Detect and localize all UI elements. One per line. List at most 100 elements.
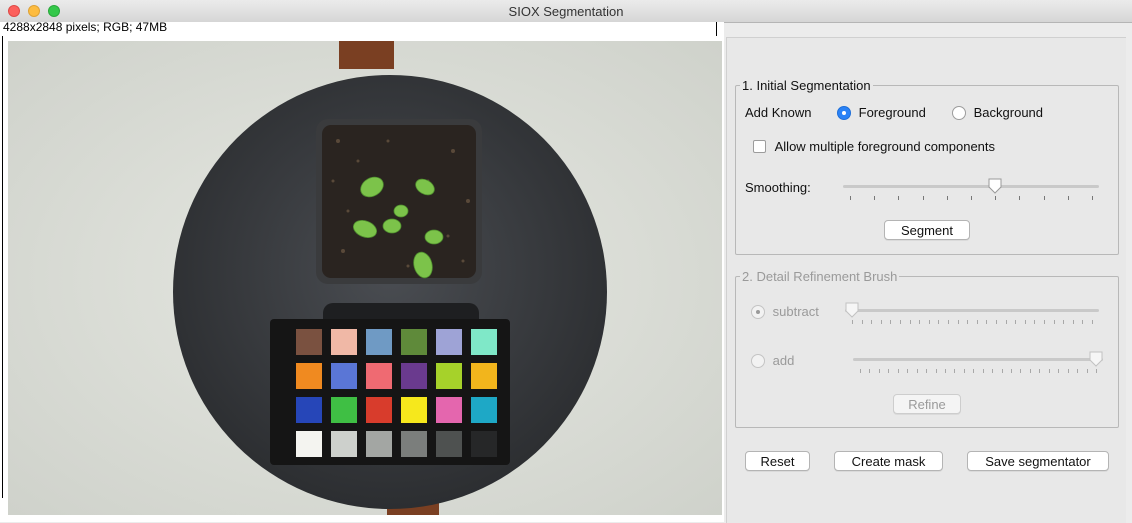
slider-tick [1077, 369, 1079, 373]
subtract-radio-indicator[interactable] [751, 305, 765, 319]
slider-tick [1043, 196, 1045, 200]
subtract-brush-slider[interactable] [845, 302, 1099, 326]
smoothing-track[interactable] [843, 185, 1099, 188]
window-title: SIOX Segmentation [508, 4, 624, 19]
slider-tick [971, 196, 972, 200]
slider-tick [909, 320, 911, 324]
add-radio-indicator[interactable] [751, 354, 765, 368]
create-mask-button[interactable]: Create mask [834, 451, 943, 471]
slider-tick [861, 320, 863, 324]
foreground-label: Foreground [858, 105, 926, 120]
slider-tick [898, 196, 900, 200]
slider-tick [890, 320, 892, 324]
foreground-radio[interactable]: Foreground [837, 105, 926, 120]
slider-tick [1024, 320, 1026, 324]
slider-tick [850, 196, 851, 200]
background-radio[interactable]: Background [952, 105, 1043, 120]
slider-tick [1067, 369, 1069, 373]
slider-tick [919, 320, 921, 324]
slider-tick [935, 369, 937, 373]
slider-tick [1067, 196, 1069, 200]
slider-tick [1053, 320, 1055, 324]
slider-tick [928, 320, 930, 324]
slider-tick [1092, 196, 1093, 200]
slider-tick [1086, 369, 1088, 373]
slider-tick [1020, 369, 1022, 373]
slider-tick [982, 369, 984, 373]
slider-tick [1015, 320, 1017, 324]
slider-tick [916, 369, 918, 373]
multiple-components-check-box[interactable] [753, 140, 766, 153]
slider-tick [948, 320, 949, 324]
smoothing-label: Smoothing: [745, 180, 811, 195]
slider-tick [954, 369, 956, 373]
add-track[interactable] [853, 358, 1103, 361]
slider-tick [1058, 369, 1060, 373]
slider-tick [1029, 369, 1031, 373]
plant-photo[interactable] [8, 41, 722, 515]
slider-tick [922, 196, 924, 200]
image-info: 4288x2848 pixels; RGB; 47MB [3, 20, 168, 34]
slider-tick [1082, 320, 1084, 324]
background-label: Background [973, 105, 1044, 120]
add-radio[interactable]: add [751, 353, 794, 368]
slider-tick [1048, 369, 1050, 373]
slider-tick [944, 369, 946, 373]
refine-button[interactable]: Refine [893, 394, 961, 414]
subtract-ticks [845, 320, 1099, 325]
slider-tick [976, 320, 978, 324]
add-ticks [853, 369, 1103, 374]
detail-refinement-legend: 2. Detail Refinement Brush [742, 269, 898, 284]
smoothing-slider[interactable] [843, 178, 1099, 202]
slider-tick [1092, 320, 1093, 324]
slider-tick [880, 320, 882, 324]
slider-tick [963, 369, 965, 373]
slider-tick [996, 320, 997, 324]
slider-tick [1034, 320, 1036, 324]
slider-tick [1011, 369, 1013, 373]
slider-tick [1019, 196, 1021, 200]
slider-tick [900, 320, 901, 324]
slider-tick [907, 369, 909, 373]
text-caret [716, 22, 717, 36]
slider-tick [871, 320, 873, 324]
slider-tick [1039, 369, 1041, 373]
slider-tick [957, 320, 959, 324]
panel-border [2, 36, 3, 498]
initial-segmentation-legend: 1. Initial Segmentation [742, 78, 871, 93]
add-brush-slider[interactable] [853, 351, 1103, 375]
add-label: add [772, 353, 795, 368]
subtract-track[interactable] [845, 309, 1099, 312]
slider-tick [992, 369, 994, 373]
image-panel: 4288x2848 pixels; RGB; 47MB [0, 20, 724, 522]
slider-tick [878, 369, 880, 373]
subtract-radio[interactable]: subtract [751, 304, 819, 319]
background-radio-indicator[interactable] [952, 106, 966, 120]
segment-button[interactable]: Segment [884, 220, 970, 240]
slider-tick [995, 196, 997, 200]
foreground-radio-indicator[interactable] [837, 106, 851, 120]
slider-tick [967, 320, 969, 324]
slider-tick [986, 320, 988, 324]
add-known-label: Add Known [745, 105, 812, 120]
subtract-label: subtract [772, 304, 819, 319]
multiple-components-checkbox[interactable]: Allow multiple foreground components [753, 139, 995, 154]
reset-button[interactable]: Reset [745, 451, 810, 471]
slider-tick [1005, 320, 1007, 324]
smoothing-ticks [843, 196, 1099, 201]
slider-thumb[interactable] [1089, 351, 1103, 367]
slider-tick [946, 196, 948, 200]
slider-tick [973, 369, 975, 373]
save-segmentator-button[interactable]: Save segmentator [967, 451, 1109, 471]
controls-panel: 1. Initial Segmentation Add Known Foregr… [726, 37, 1126, 523]
slider-thumb[interactable] [988, 178, 1002, 194]
slider-thumb[interactable] [845, 302, 859, 318]
slider-tick [897, 369, 899, 373]
multiple-components-label: Allow multiple foreground components [774, 139, 996, 154]
slider-tick [1001, 369, 1003, 373]
slider-tick [888, 369, 890, 373]
slider-tick [869, 369, 871, 373]
slider-tick [852, 320, 853, 324]
slider-tick [938, 320, 940, 324]
slider-tick [1072, 320, 1074, 324]
